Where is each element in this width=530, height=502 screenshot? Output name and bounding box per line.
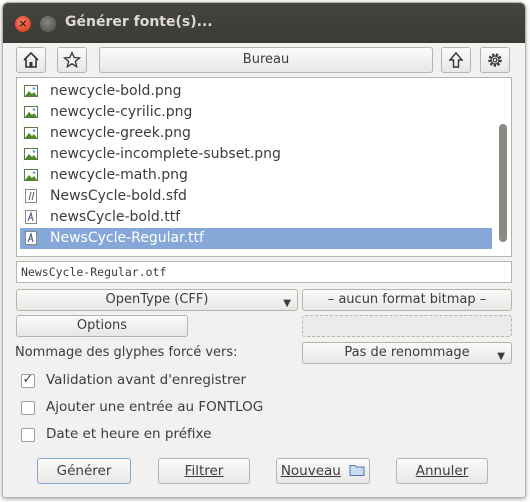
generate-button[interactable]: Générer — [37, 458, 131, 484]
new-button[interactable]: Nouveau — [276, 458, 370, 484]
image-icon — [24, 85, 38, 97]
image-icon — [24, 106, 38, 118]
bitmap-format-value: – aucun format bitmap – — [327, 292, 487, 307]
filter-button[interactable]: Filtrer — [158, 458, 250, 484]
glyph-naming-select[interactable]: Pas de renommage ▼ — [302, 342, 512, 364]
up-button[interactable] — [441, 47, 471, 73]
home-icon — [23, 51, 39, 68]
image-icon — [24, 127, 38, 139]
font-file-icon — [25, 210, 37, 224]
chevron-down-icon: ▼ — [283, 298, 291, 309]
home-button[interactable] — [16, 47, 46, 73]
close-window-button[interactable]: × — [15, 16, 31, 32]
file-name: newcycle-greek.png — [50, 125, 191, 141]
vertical-scrollbar[interactable] — [497, 82, 509, 254]
validate-label: Validation avant d'enregistrer — [46, 372, 247, 388]
image-icon — [24, 148, 38, 160]
file-name: NewsCycle-bold.sfd — [50, 188, 187, 204]
filter-button-label: Filtrer — [184, 463, 224, 479]
path-button[interactable]: Bureau — [99, 47, 433, 73]
file-name: newsCycle-bold.ttf — [50, 209, 181, 225]
glyph-naming-label: Nommage des glyphes forcé vers: — [15, 345, 238, 360]
file-name: newcycle-incomplete-subset.png — [50, 146, 281, 162]
timestamp-label: Date et heure en préfixe — [46, 426, 212, 442]
file-name: newcycle-bold.png — [50, 83, 182, 99]
list-item[interactable]: newcycle-incomplete-subset.png — [20, 144, 492, 165]
settings-button[interactable] — [480, 47, 510, 73]
cancel-button-label: Annuler — [415, 463, 469, 479]
minimize-window-button[interactable] — [40, 16, 56, 32]
bitmap-format-select[interactable]: – aucun format bitmap – — [302, 289, 512, 311]
star-icon — [62, 50, 82, 69]
title-bar: × Générer fonte(s)... — [3, 3, 525, 43]
gear-icon — [488, 53, 502, 67]
bookmark-button[interactable] — [57, 47, 87, 73]
timestamp-checkbox[interactable] — [21, 428, 35, 442]
file-list[interactable]: newcycle-bold.png newcycle-cyrilic.png n… — [16, 77, 512, 257]
bitmap-sizes-field — [302, 315, 512, 337]
glyph-naming-value: Pas de renommage — [344, 345, 470, 360]
file-name: NewsCycle-Regular.ttf — [50, 230, 204, 246]
cancel-button[interactable]: Annuler — [396, 458, 488, 484]
chevron-down-icon: ▼ — [497, 351, 505, 362]
generate-fonts-dialog: × Générer fonte(s)... Bureau newcycle-bo… — [2, 2, 526, 498]
validate-checkbox[interactable]: ✓ — [21, 372, 35, 388]
window-title: Générer fonte(s)... — [65, 14, 213, 30]
file-name: newcycle-math.png — [50, 167, 188, 183]
options-button-label: Options — [76, 318, 128, 333]
list-item[interactable]: newcycle-cyrilic.png — [20, 102, 492, 123]
folder-icon — [349, 465, 365, 476]
fontlog-checkbox[interactable] — [21, 401, 35, 415]
outline-format-value: OpenType (CFF) — [105, 292, 209, 307]
generate-button-label: Générer — [56, 463, 112, 479]
check-icon: ✓ — [22, 372, 34, 387]
scrollbar-thumb[interactable] — [499, 124, 507, 242]
list-item[interactable]: newcycle-bold.png — [20, 81, 492, 102]
outline-format-select[interactable]: OpenType (CFF) ▼ — [16, 289, 298, 311]
options-button[interactable]: Options — [16, 315, 188, 337]
fontlog-label: Ajouter une entrée au FONTLOG — [46, 399, 264, 415]
list-item[interactable]: newcycle-greek.png — [20, 123, 492, 144]
close-icon: × — [18, 17, 28, 30]
list-item[interactable]: newcycle-math.png — [20, 165, 492, 186]
list-item[interactable]: NewsCycle-bold.sfd — [20, 186, 492, 207]
font-file-icon — [25, 231, 37, 245]
list-item-selected[interactable]: NewsCycle-Regular.ttf — [20, 228, 492, 249]
sfd-file-icon — [25, 189, 37, 203]
file-name: newcycle-cyrilic.png — [50, 104, 193, 120]
up-arrow-icon — [448, 51, 464, 68]
list-item[interactable]: newsCycle-bold.ttf — [20, 207, 492, 228]
image-icon — [24, 169, 38, 181]
new-button-label: Nouveau — [280, 463, 341, 479]
filename-input[interactable]: NewsCycle-Regular.otf — [16, 261, 512, 283]
